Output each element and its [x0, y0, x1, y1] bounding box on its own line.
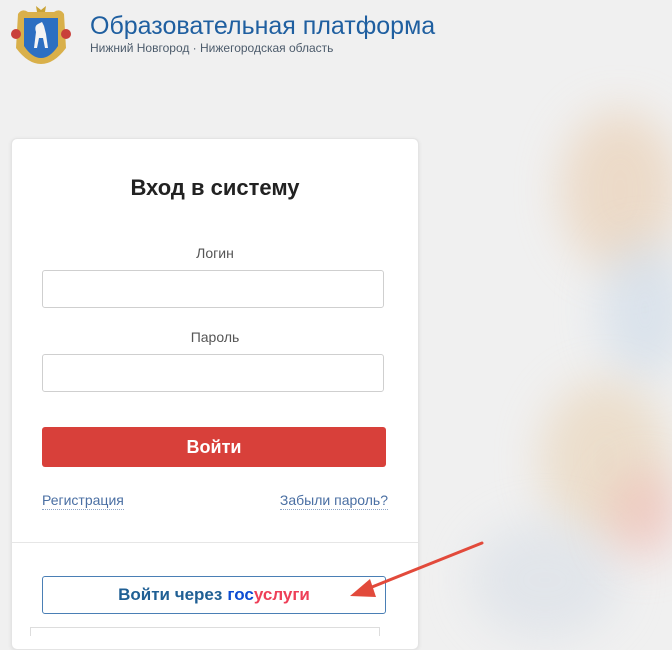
forgot-password-link[interactable]: Забыли пароль? [279, 492, 388, 510]
login-label: Логин [196, 245, 234, 261]
gosuslugi-logo-part-b: услуги [253, 585, 310, 604]
login-input[interactable] [42, 270, 384, 308]
site-header: Образовательная платформа Нижний Новгоро… [0, 0, 460, 68]
pointer-arrow-icon [350, 541, 484, 597]
gosuslugi-button-label: Войти через [118, 585, 223, 604]
password-input[interactable] [42, 354, 384, 392]
login-title: Вход в систему [130, 175, 300, 200]
login-button[interactable]: Войти [42, 427, 386, 467]
register-link[interactable]: Регистрация [42, 492, 124, 510]
coat-of-arms-icon [11, 6, 71, 64]
platform-subtitle: Нижний Новгород · Нижегородская область [90, 41, 334, 55]
password-label: Пароль [190, 329, 240, 345]
background-decoration [470, 520, 620, 640]
background-decoration [610, 470, 672, 560]
platform-title: Образовательная платформа [90, 12, 436, 40]
gosuslugi-logo-part-a: гос [227, 585, 254, 604]
gosuslugi-logo: госуслуги [227, 585, 310, 605]
gosuslugi-login-button[interactable]: Войти через госуслуги [42, 576, 386, 614]
